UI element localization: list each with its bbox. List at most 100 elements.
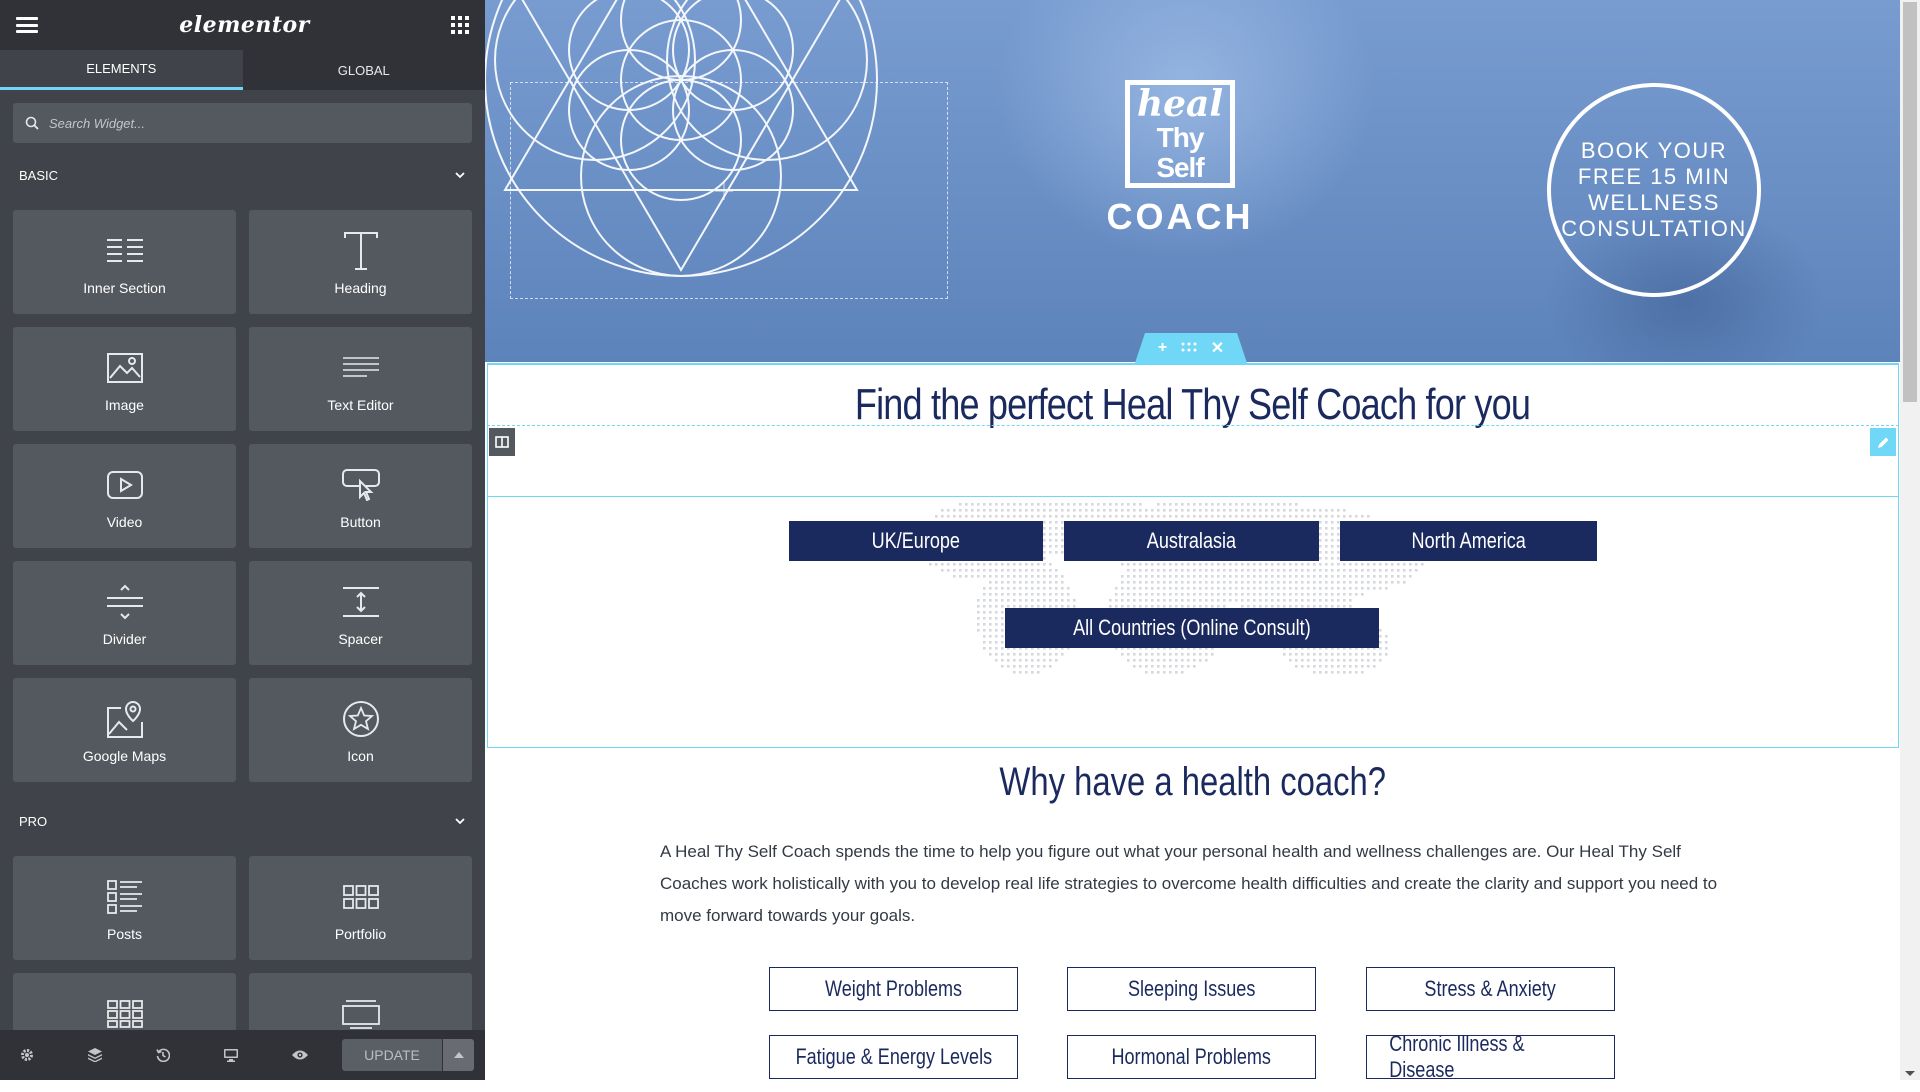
region-north-america-button[interactable]: North America [1340, 521, 1597, 561]
responsive-icon [224, 1048, 238, 1062]
widgets-grid-icon[interactable] [451, 16, 469, 34]
page-preview: heal Thy Self COACH BOOK YOUR FREE 15 MI… [485, 0, 1900, 1080]
settings-icon [21, 1049, 33, 1061]
slides-icon [341, 1000, 380, 1029]
widget-posts[interactable]: Posts [13, 856, 236, 960]
why-heading: Why have a health coach? [485, 760, 1900, 805]
topic-weight-problems-button[interactable]: Weight Problems [769, 967, 1018, 1011]
logo-word-thyself: Thy Self [1156, 122, 1204, 183]
tab-elements[interactable]: ELEMENTS [0, 50, 243, 90]
chevron-down-icon [455, 172, 465, 179]
column-edit-handle[interactable] [489, 428, 515, 456]
tab-global[interactable]: GLOBAL [243, 50, 486, 90]
topic-stress-anxiety-button[interactable]: Stress & Anxiety [1366, 967, 1615, 1011]
settings-button[interactable] [20, 1048, 88, 1062]
region-all-countries-button[interactable]: All Countries (Online Consult) [1005, 608, 1379, 648]
widget-spacer[interactable]: Spacer [249, 561, 472, 665]
book-consultation-button[interactable]: BOOK YOUR FREE 15 MIN WELLNESS CONSULTAT… [1547, 83, 1761, 297]
widget-divider[interactable]: Divider [13, 561, 236, 665]
logo-box: heal Thy Self [1125, 80, 1235, 188]
search-widget-input[interactable] [49, 115, 460, 131]
page-headline: Find the perfect Heal Thy Self Coach for… [854, 380, 1531, 429]
widget-label: Icon [347, 748, 374, 764]
logo-word-heal: heal [1136, 83, 1224, 125]
column-dashed-outline [510, 82, 948, 299]
widget-portfolio[interactable]: Portfolio [249, 856, 472, 960]
section-controls: + ✕ [1135, 333, 1247, 363]
panel-footer: UPDATE [0, 1030, 485, 1080]
widget-text-editor[interactable]: Text Editor [249, 327, 472, 431]
hero-section[interactable]: heal Thy Self COACH BOOK YOUR FREE 15 MI… [485, 0, 1900, 362]
widget-label: Heading [334, 280, 387, 296]
panel-header: elementor [0, 0, 485, 50]
video-icon [106, 471, 143, 499]
menu-icon[interactable] [16, 17, 38, 33]
column-outline [487, 425, 1899, 497]
columns-icon [495, 436, 509, 448]
widget-label: Portfolio [334, 926, 387, 942]
category-pro-label: PRO [19, 813, 48, 829]
heading-icon [343, 232, 378, 270]
star-icon [342, 701, 379, 737]
topic-sleeping-issues-button[interactable]: Sleeping Issues [1067, 967, 1316, 1011]
delete-section-icon[interactable]: ✕ [1211, 338, 1224, 358]
widget-heading[interactable]: Heading [249, 210, 472, 314]
update-options-button[interactable] [442, 1039, 474, 1071]
category-basic[interactable]: BASIC [0, 153, 485, 197]
preview-icon [292, 1050, 308, 1060]
region-label: Australasia [1146, 528, 1237, 553]
update-button[interactable]: UPDATE [342, 1039, 442, 1071]
widget-inner-section[interactable]: Inner Section [13, 210, 236, 314]
topic-chronic-illness-button[interactable]: Chronic Illness & Disease [1366, 1031, 1615, 1080]
topic-hormonal-button[interactable]: Hormonal Problems [1067, 1035, 1316, 1079]
drag-handle-icon[interactable] [1181, 339, 1197, 357]
widget-image[interactable]: Image [13, 327, 236, 431]
widget-label: Posts [106, 926, 142, 942]
topic-label: Sleeping Issues [1127, 976, 1256, 1001]
widget-label: Google Maps [82, 748, 167, 764]
elementor-panel: elementor ELEMENTS GLOBAL BASIC Inner Se… [0, 0, 485, 1080]
hero-logo: heal Thy Self COACH [1105, 80, 1255, 238]
category-basic-label: BASIC [19, 167, 59, 183]
region-uk-europe-button[interactable]: UK/Europe [789, 521, 1043, 561]
widget-label: Video [106, 514, 143, 530]
navigator-button[interactable] [88, 1048, 156, 1062]
page-scrollbar[interactable] [1900, 0, 1920, 1080]
why-heading-text: Why have a health coach? [999, 760, 1386, 804]
portfolio-icon [342, 885, 379, 909]
posts-icon [106, 880, 142, 914]
region-australasia-button[interactable]: Australasia [1064, 521, 1319, 561]
update-button-group: UPDATE [342, 1039, 474, 1071]
region-label: UK/Europe [871, 528, 961, 553]
topic-label: Hormonal Problems [1111, 1044, 1272, 1069]
scroll-down-arrow[interactable] [1905, 1071, 1915, 1076]
gallery-icon [106, 1000, 143, 1028]
category-pro[interactable]: PRO [0, 799, 485, 843]
why-paragraph: A Heal Thy Self Coach spends the time to… [660, 842, 1718, 925]
pencil-icon [1877, 437, 1888, 448]
history-button[interactable] [156, 1048, 224, 1062]
widget-label: Button [340, 514, 381, 530]
search-wrapper [0, 90, 485, 151]
topic-fatigue-button[interactable]: Fatigue & Energy Levels [769, 1035, 1018, 1079]
topic-label: Stress & Anxiety [1424, 976, 1557, 1001]
widget-label: Divider [102, 631, 147, 647]
responsive-button[interactable] [224, 1048, 292, 1062]
topic-label: Fatigue & Energy Levels [795, 1044, 992, 1069]
widget-edit-handle[interactable] [1870, 428, 1896, 456]
widget-button[interactable]: Button [249, 444, 472, 548]
region-label: North America [1411, 528, 1526, 553]
add-section-icon[interactable]: + [1158, 339, 1167, 357]
widget-icon[interactable]: Icon [249, 678, 472, 782]
widget-google-maps[interactable]: Google Maps [13, 678, 236, 782]
image-icon [106, 353, 143, 383]
search-icon [25, 116, 39, 130]
widget-label: Text Editor [327, 397, 394, 413]
button-icon [341, 469, 380, 501]
scrollbar-thumb[interactable] [1903, 2, 1917, 402]
basic-widgets: Inner Section Heading Image Text Editor … [0, 197, 485, 797]
widget-video[interactable]: Video [13, 444, 236, 548]
widget-label: Spacer [338, 631, 383, 647]
divider-icon [106, 584, 143, 620]
inner-section-icon [106, 239, 143, 262]
